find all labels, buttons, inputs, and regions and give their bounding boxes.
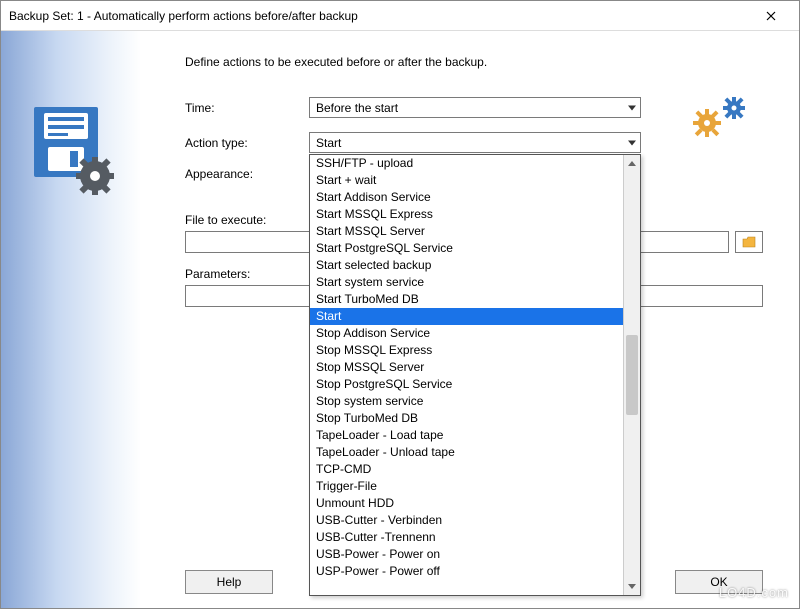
dropdown-option[interactable]: Unmount HDD bbox=[310, 495, 623, 512]
appearance-label: Appearance: bbox=[185, 167, 309, 181]
dropdown-option[interactable]: TapeLoader - Unload tape bbox=[310, 444, 623, 461]
chevron-down-icon bbox=[628, 105, 636, 110]
sidebar bbox=[1, 31, 141, 608]
dropdown-option[interactable]: USP-Power - Power off bbox=[310, 563, 623, 580]
folder-icon bbox=[742, 236, 756, 248]
dropdown-option[interactable]: USB-Cutter - Verbinden bbox=[310, 512, 623, 529]
dropdown-option[interactable]: Start TurboMed DB bbox=[310, 291, 623, 308]
help-button[interactable]: Help bbox=[185, 570, 273, 594]
dropdown-scrollbar[interactable] bbox=[623, 155, 640, 595]
dropdown-option[interactable]: Start + wait bbox=[310, 172, 623, 189]
action-type-label: Action type: bbox=[185, 136, 309, 150]
dropdown-option[interactable]: Start system service bbox=[310, 274, 623, 291]
dropdown-option[interactable]: USB-Cutter -Trennenn bbox=[310, 529, 623, 546]
action-type-select-value: Start bbox=[316, 136, 341, 150]
dialog-window: Backup Set: 1 - Automatically perform ac… bbox=[0, 0, 800, 609]
instruction-text: Define actions to be executed before or … bbox=[185, 55, 763, 69]
watermark: LO4D.com bbox=[719, 585, 789, 600]
dropdown-option[interactable]: Stop MSSQL Express bbox=[310, 342, 623, 359]
dropdown-option[interactable]: Stop TurboMed DB bbox=[310, 410, 623, 427]
action-type-select[interactable]: Start bbox=[309, 132, 641, 153]
dropdown-option[interactable]: TCP-CMD bbox=[310, 461, 623, 478]
action-type-dropdown[interactable]: SSH/FTP - uploadStart + waitStart Addiso… bbox=[309, 154, 641, 596]
scroll-down-button[interactable] bbox=[624, 578, 640, 595]
dropdown-option[interactable]: Start PostgreSQL Service bbox=[310, 240, 623, 257]
dropdown-option[interactable]: Start Addison Service bbox=[310, 189, 623, 206]
dropdown-option[interactable]: Stop PostgreSQL Service bbox=[310, 376, 623, 393]
dropdown-option[interactable]: Stop Addison Service bbox=[310, 325, 623, 342]
dropdown-option[interactable]: Start bbox=[310, 308, 623, 325]
dropdown-option[interactable]: Start selected backup bbox=[310, 257, 623, 274]
floppy-gear-icon bbox=[26, 101, 116, 201]
dropdown-option[interactable]: TapeLoader - Load tape bbox=[310, 427, 623, 444]
dropdown-option[interactable]: Trigger-File bbox=[310, 478, 623, 495]
dropdown-option[interactable]: USB-Power - Power on bbox=[310, 546, 623, 563]
window-title: Backup Set: 1 - Automatically perform ac… bbox=[9, 9, 751, 23]
titlebar: Backup Set: 1 - Automatically perform ac… bbox=[1, 1, 799, 31]
scroll-up-button[interactable] bbox=[624, 155, 640, 172]
time-select[interactable]: Before the start bbox=[309, 97, 641, 118]
close-button[interactable] bbox=[751, 2, 791, 30]
time-label: Time: bbox=[185, 101, 309, 115]
browse-button[interactable] bbox=[735, 231, 763, 253]
main-panel: Define actions to be executed before or … bbox=[141, 31, 799, 608]
time-select-value: Before the start bbox=[316, 101, 398, 115]
dropdown-option[interactable]: SSH/FTP - upload bbox=[310, 155, 623, 172]
dropdown-option[interactable]: Stop MSSQL Server bbox=[310, 359, 623, 376]
dropdown-option[interactable]: Start MSSQL Server bbox=[310, 223, 623, 240]
chevron-down-icon bbox=[628, 140, 636, 145]
dropdown-option[interactable]: Start MSSQL Express bbox=[310, 206, 623, 223]
scroll-thumb[interactable] bbox=[626, 335, 638, 415]
dropdown-option[interactable]: Stop system service bbox=[310, 393, 623, 410]
gears-icon bbox=[681, 91, 751, 141]
